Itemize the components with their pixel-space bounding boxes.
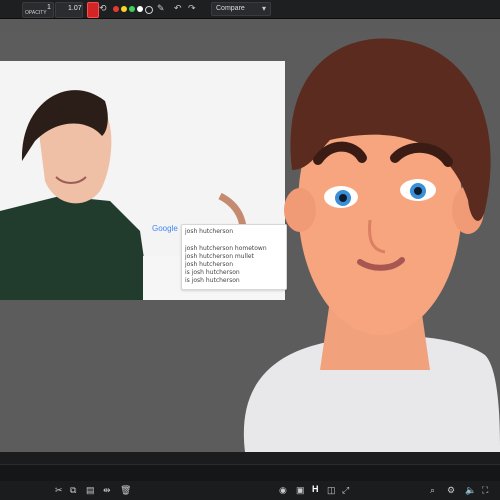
volume-icon[interactable]: 🔈 [465, 486, 476, 495]
timeline-track[interactable] [0, 464, 500, 482]
paste-icon[interactable]: ▤ [86, 486, 95, 495]
animated-avatar [243, 38, 500, 452]
trash-icon[interactable]: 🗑 [120, 486, 131, 495]
settings-icon[interactable]: ⚙ [447, 486, 455, 495]
zoom-icon[interactable]: ⌕ [430, 486, 435, 495]
fullscreen-icon[interactable]: ⛶ [482, 486, 488, 495]
scissors-icon[interactable]: ✂ [55, 486, 63, 495]
group-icon[interactable]: ◫ [327, 486, 336, 495]
bottom-toolbar: ✂ ⧉ ▤ ⇹ 🗑 ◉ ▣ H ◫ ⤢ ⌕ ⚙ 🔈 ⛶ [0, 481, 500, 500]
h-icon[interactable]: H [312, 485, 319, 494]
layers-icon[interactable]: ▣ [296, 486, 305, 495]
export-icon[interactable]: ⤢ [342, 486, 349, 495]
hide-icon[interactable]: ◉ [279, 486, 287, 495]
split-icon[interactable]: ⇹ [103, 486, 111, 495]
copy-icon[interactable]: ⧉ [70, 486, 76, 495]
